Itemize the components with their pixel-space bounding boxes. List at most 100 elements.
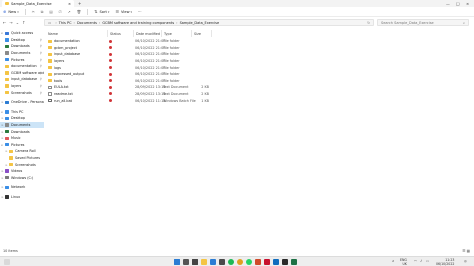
table-row[interactable]: logs 06/10/2022 21:07 File folder [46,64,208,70]
document-icon [5,51,9,55]
table-row[interactable]: tools 06/10/2022 21:07 File folder [46,78,208,84]
breadcrumb-gcbm[interactable]: GCBM software and training components [102,21,174,25]
sidebar-item[interactable]: > Camera Roll [0,148,44,155]
column-header-status[interactable]: Status [108,30,134,37]
vscode-icon[interactable] [210,259,216,265]
pin-icon: ⚲ [39,70,42,75]
address-bar[interactable]: ▭ › This PC › Documents › GCBM software … [44,19,374,26]
tab-close-icon[interactable]: × [68,2,71,6]
search-icon[interactable] [183,259,189,265]
language-indicator[interactable]: ENG UK [400,258,407,266]
forward-arrow-icon[interactable]: → [9,20,12,25]
new-tab-button[interactable]: + [78,1,81,6]
column-header-name[interactable]: Name [46,30,108,37]
paste-icon[interactable]: ▤ [49,10,52,14]
sidebar-item[interactable]: Pictures ⚲ [0,56,44,63]
folder-icon [5,77,9,82]
breadcrumb-this-pc[interactable]: This PC [59,21,72,25]
file-list: Name Status Date modified Type Size docu… [46,30,474,248]
terminal-icon[interactable] [282,259,288,265]
table-row[interactable]: run_all.bat 06/10/2022 11:13 Windows Batch… [46,97,209,103]
table-row[interactable]: readme.txt 28/09/2022 13:16 Text Document 2… [46,91,209,97]
sidebar-item[interactable]: v Pictures [0,142,44,149]
acrobat-icon[interactable] [264,259,270,265]
sidebar-item[interactable]: > Windows (C:) [0,174,44,181]
table-row[interactable]: documentation 06/10/2022 21:07 File folder [46,38,208,44]
start-icon[interactable] [174,259,180,265]
explorer-icon[interactable] [201,259,207,265]
new-button[interactable]: ⊕ New ▾ [3,9,19,14]
cut-icon[interactable]: ✂ [32,10,35,14]
clock[interactable]: 11:23 06/10/2022 [436,258,454,266]
sidebar-item[interactable]: > Music [0,135,44,142]
sidebar-item[interactable]: v Quick access [0,30,44,37]
table-row[interactable]: EULA.txt 28/09/2022 13:16 Text Document 2 K… [46,84,209,90]
tiles-view-icon[interactable]: ▦ [467,249,470,253]
back-arrow-icon[interactable]: ← [3,20,6,25]
sidebar-item[interactable]: > Screenshots [0,161,44,168]
sidebar-item[interactable]: > Desktop [0,115,44,122]
delete-icon[interactable]: 🗑 [77,10,82,14]
navigation-pane: v Quick access Desktop ⚲ Downloads ⚲ Documents… [0,30,44,248]
sidebar-item[interactable]: Documents ⚲ [0,50,44,57]
whatsapp-icon[interactable] [246,259,252,265]
table-row[interactable]: input_database 06/10/2022 21:07 File folde… [46,51,208,57]
minimize-button[interactable]: — [446,1,450,6]
column-header-size[interactable]: Size [192,30,212,37]
powerpoint-icon[interactable] [255,259,261,265]
sidebar-item[interactable]: > Linux [0,194,44,201]
excel-icon[interactable] [291,259,297,265]
up-arrow-icon[interactable]: ↑ [22,20,25,25]
column-header-date-modified[interactable]: Date modified [134,30,162,37]
rename-icon[interactable]: ⎚ [59,10,62,14]
sidebar-item[interactable]: layers ⚲ [0,83,44,90]
details-view-icon[interactable]: ☰ [462,249,465,253]
sidebar-item[interactable]: > OneDrive - Personal [0,99,44,106]
copy-icon[interactable]: ⧉ [41,10,44,14]
sidebar-item[interactable]: Saved Pictures [0,155,44,162]
chrome-icon[interactable] [237,259,243,265]
drive-icon [5,176,9,180]
tray-chevron-icon[interactable]: ∧ [392,259,394,263]
sidebar-item[interactable]: Desktop ⚲ [0,37,44,44]
breadcrumb-sample-data-exercise[interactable]: Sample_Data_Exercise [180,21,220,25]
sidebar-item[interactable]: Screenshots ⚲ [0,89,44,96]
recent-chevron-icon[interactable]: ⌄ [16,20,19,25]
table-row[interactable]: gcbm_project 06/10/2022 21:07 File folder [46,45,208,51]
refresh-icon[interactable]: ↻ [367,21,370,25]
sidebar-item[interactable]: GCBM software and training⚲ [0,70,44,77]
table-row[interactable]: processed_output 06/10/2022 21:07 File fol… [46,71,208,77]
table-row[interactable]: layers 06/10/2022 21:07 File folder [46,58,208,64]
view-button[interactable]: ☰ View ▾ [115,9,132,14]
spotify-icon[interactable] [228,259,234,265]
search-box[interactable]: Search Sample_Data_Exercise ⌕ [377,19,469,26]
column-header-type[interactable]: Type [162,30,192,37]
sidebar-item[interactable]: > Network [0,184,44,191]
date-modified-cell: 06/10/2022 21:07 [135,72,166,77]
sidebar-item[interactable]: > Downloads [0,128,44,135]
sidebar-item[interactable]: > Documents [0,121,44,129]
volume-icon[interactable]: ♪ [420,259,422,263]
sidebar-item[interactable]: documentation ⚲ [0,63,44,70]
maximize-button[interactable]: □ [456,1,460,6]
more-options-button[interactable]: ··· [138,10,141,14]
file-name: input_database [54,52,81,57]
share-icon[interactable]: ↗ [68,10,71,14]
sidebar-item[interactable]: input_database ⚲ [0,76,44,83]
breadcrumb-documents[interactable]: Documents [77,21,97,25]
sort-icon: ⇅ [94,9,98,14]
outlook-icon[interactable] [273,259,279,265]
sort-button[interactable]: ⇅ Sort ▾ [94,9,109,14]
widgets-icon[interactable] [4,259,10,265]
wifi-icon[interactable]: ◠ [414,259,417,263]
sidebar-item[interactable]: v This PC [0,109,44,116]
sidebar-item[interactable]: Downloads ⚲ [0,43,44,50]
notification-icon[interactable]: ◎ [464,259,467,263]
close-button[interactable]: × [466,1,469,6]
task-view-icon[interactable] [192,259,198,265]
pin-icon: ⚲ [39,77,42,82]
battery-icon[interactable]: ▭ [426,259,429,263]
store-icon[interactable] [219,259,225,265]
tab-sample-data-exercise[interactable]: Sample_Data_Exercise × [2,0,74,7]
sidebar-item[interactable]: > Videos [0,168,44,175]
